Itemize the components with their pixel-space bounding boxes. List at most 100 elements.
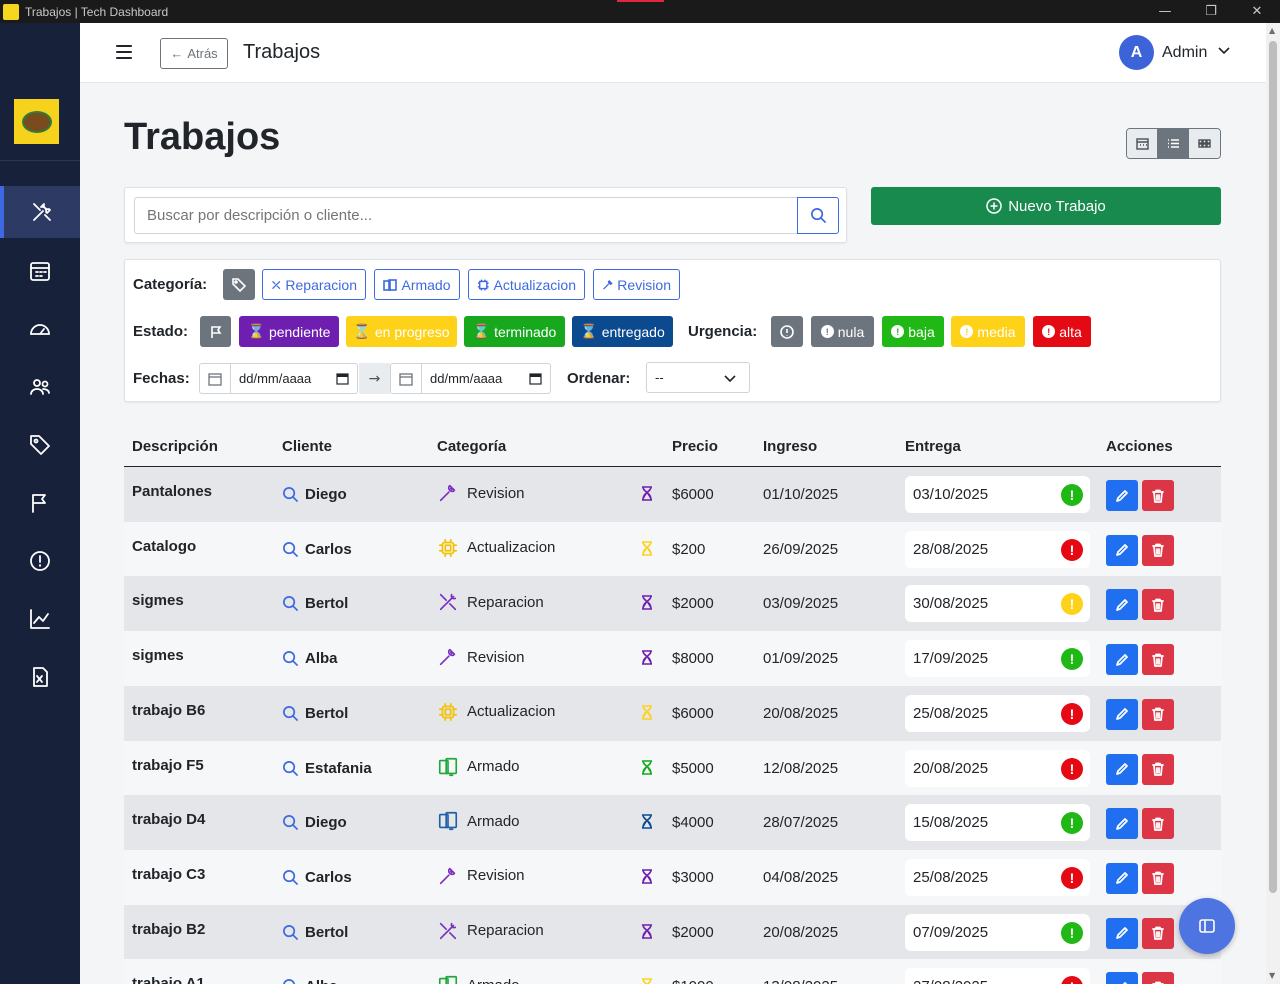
search-icon[interactable]	[282, 595, 299, 612]
categoria-actualizacion-chip[interactable]: Actualizacion	[468, 269, 585, 300]
urgencia-all-button[interactable]	[771, 316, 803, 347]
table-row[interactable]: sigmes Alba Revision $8000 01/09/2025 17…	[124, 631, 1221, 687]
delete-button[interactable]	[1142, 808, 1174, 840]
sidebar-item-categorias[interactable]	[0, 419, 80, 471]
search-icon[interactable]	[282, 650, 299, 667]
delete-button[interactable]	[1142, 972, 1174, 984]
cell-cliente[interactable]: Bertol	[282, 924, 348, 941]
search-input[interactable]	[134, 197, 798, 234]
urgencia-nula-chip[interactable]: ! nula	[811, 316, 874, 347]
edit-button[interactable]	[1106, 808, 1138, 840]
cell-cliente[interactable]: Bertol	[282, 595, 348, 612]
edit-button[interactable]	[1106, 972, 1138, 984]
scroll-up-icon[interactable]: ▲	[1269, 26, 1275, 35]
delete-button[interactable]	[1142, 862, 1174, 894]
sidebar-item-clientes[interactable]	[0, 361, 80, 413]
categoria-revision-chip[interactable]: Revision	[593, 269, 680, 300]
estado-entregado-chip[interactable]: ⌛ entregado	[572, 316, 673, 347]
edit-button[interactable]	[1106, 753, 1138, 785]
search-icon[interactable]	[282, 705, 299, 722]
search-icon[interactable]	[282, 978, 299, 984]
urgencia-media-chip[interactable]: ! media	[951, 316, 1025, 347]
estado-terminado-chip[interactable]: ⌛ terminado	[464, 316, 565, 347]
urgencia-alta-chip[interactable]: ! alta	[1033, 316, 1091, 347]
edit-button[interactable]	[1106, 534, 1138, 566]
search-button[interactable]	[797, 197, 839, 234]
categoria-reparacion-chip[interactable]: Reparacion	[262, 269, 366, 300]
close-button[interactable]: ✕	[1234, 0, 1280, 23]
edit-button[interactable]	[1106, 589, 1138, 621]
search-icon[interactable]	[282, 541, 299, 558]
cell-cliente[interactable]: Diego	[282, 814, 347, 831]
grid-view-button[interactable]	[1189, 129, 1220, 158]
table-row[interactable]: trabajo D4 Diego Armado $4000 28/07/2025…	[124, 795, 1221, 851]
cell-cliente[interactable]: Carlos	[282, 541, 352, 558]
categoria-armado-chip[interactable]: Armado	[374, 269, 460, 300]
new-job-button[interactable]: Nuevo Trabajo	[871, 187, 1221, 225]
cell-cliente[interactable]: Carlos	[282, 869, 352, 886]
delete-button[interactable]	[1142, 917, 1174, 949]
cell-cliente[interactable]: Alba	[282, 650, 338, 667]
delete-button[interactable]	[1142, 534, 1174, 566]
search-icon[interactable]	[282, 486, 299, 503]
urgencia-baja-chip[interactable]: ! baja	[882, 316, 944, 347]
menu-toggle-icon[interactable]	[116, 45, 132, 59]
table-row[interactable]: trabajo F5 Estafania Armado $5000 12/08/…	[124, 740, 1221, 796]
edit-button[interactable]	[1106, 862, 1138, 894]
header-descripcion[interactable]: Descripción	[132, 438, 218, 455]
sidebar-item-estados[interactable]	[0, 477, 80, 529]
search-icon[interactable]	[282, 814, 299, 831]
cell-cliente[interactable]: Bertol	[282, 705, 348, 722]
sidebar-item-urgencias[interactable]	[0, 535, 80, 587]
toggle-panel-button[interactable]	[1179, 898, 1235, 954]
search-icon[interactable]	[282, 869, 299, 886]
table-row[interactable]: trabajo B6 Bertol Actualizacion $6000 20…	[124, 685, 1221, 741]
edit-button[interactable]	[1106, 917, 1138, 949]
table-row[interactable]: trabajo B2 Bertol Reparacion $2000 20/08…	[124, 904, 1221, 960]
cell-cliente[interactable]: Alba	[282, 978, 338, 984]
scrollbar-thumb[interactable]	[1269, 41, 1277, 893]
categoria-all-button[interactable]	[223, 269, 255, 300]
sidebar-item-estadisticas[interactable]	[0, 593, 80, 645]
ordenar-select[interactable]: --	[646, 362, 750, 393]
header-ingreso[interactable]: Ingreso	[763, 438, 817, 455]
sidebar-item-dashboard[interactable]	[0, 303, 80, 355]
delete-button[interactable]	[1142, 698, 1174, 730]
header-categoria[interactable]: Categoría	[437, 438, 506, 455]
header-precio[interactable]: Precio	[672, 438, 718, 455]
delete-button[interactable]	[1142, 480, 1174, 511]
table-row[interactable]: trabajo A1 Alba Armado $1000 13/08/2025 …	[124, 959, 1221, 984]
edit-button[interactable]	[1106, 644, 1138, 676]
search-icon[interactable]	[282, 924, 299, 941]
edit-button[interactable]	[1106, 480, 1138, 511]
calendar-picker-icon[interactable]	[336, 372, 349, 385]
table-row[interactable]: Pantalones Diego Revision $6000 01/10/20…	[124, 467, 1221, 522]
back-button[interactable]: ← Atrás	[160, 38, 228, 69]
list-view-button[interactable]	[1158, 129, 1189, 158]
sidebar-item-calendario[interactable]	[0, 245, 80, 297]
date-from-input[interactable]: dd/mm/aaaa	[199, 363, 358, 394]
cell-cliente[interactable]: Diego	[282, 486, 347, 503]
header-cliente[interactable]: Cliente	[282, 438, 332, 455]
sidebar-item-exportar[interactable]	[0, 651, 80, 703]
sidebar-item-trabajos[interactable]	[0, 186, 80, 238]
page-scrollbar[interactable]: ▲ ▼	[1266, 23, 1280, 984]
restore-button[interactable]: ❐	[1188, 0, 1234, 23]
delete-button[interactable]	[1142, 753, 1174, 785]
chevron-down-icon[interactable]	[1217, 43, 1231, 57]
delete-button[interactable]	[1142, 589, 1174, 621]
calendar-view-button[interactable]	[1127, 129, 1158, 158]
estado-pendiente-chip[interactable]: ⌛ pendiente	[239, 316, 339, 347]
delete-button[interactable]	[1142, 644, 1174, 676]
estado-en-progreso-chip[interactable]: ⌛ en progreso	[346, 316, 457, 347]
table-row[interactable]: sigmes Bertol Reparacion $2000 03/09/202…	[124, 576, 1221, 632]
app-logo[interactable]	[14, 99, 59, 144]
avatar[interactable]: A	[1119, 35, 1154, 70]
minimize-button[interactable]: —	[1142, 0, 1188, 23]
table-row[interactable]: Catalogo Carlos Actualizacion $200 26/09…	[124, 521, 1221, 577]
user-name[interactable]: Admin	[1162, 44, 1207, 62]
scroll-down-icon[interactable]: ▼	[1269, 971, 1275, 980]
search-icon[interactable]	[282, 760, 299, 777]
date-to-input[interactable]: dd/mm/aaaa	[390, 363, 551, 394]
estado-all-button[interactable]	[200, 316, 231, 347]
